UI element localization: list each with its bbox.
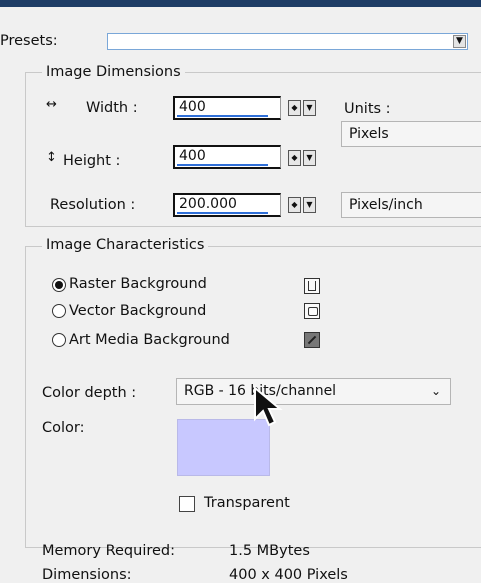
resolution-units-dropdown[interactable]: Pixels/inch <box>341 192 481 218</box>
units-dropdown[interactable]: Pixels <box>341 121 481 147</box>
spin-updown-icon[interactable]: ◆ <box>288 150 301 166</box>
width-label: Width : <box>86 100 138 116</box>
memory-required-label: Memory Required: <box>42 543 175 559</box>
resolution-label: Resolution : <box>50 197 136 213</box>
raster-background-radio[interactable] <box>52 278 66 292</box>
height-input[interactable]: 400 <box>173 145 281 169</box>
image-dimensions-legend: Image Dimensions <box>42 63 185 81</box>
vector-background-radio[interactable] <box>52 304 66 318</box>
vector-background-icon <box>304 303 320 319</box>
spin-step-icon[interactable]: ▼ <box>303 197 316 213</box>
art-media-background-label[interactable]: Art Media Background <box>69 332 230 348</box>
art-media-background-icon <box>304 332 320 348</box>
resolution-stepper[interactable]: ◆ ▼ <box>288 197 318 215</box>
window-top-bar <box>0 0 481 7</box>
color-depth-label: Color depth : <box>42 385 137 401</box>
width-input[interactable]: 400 <box>173 96 281 120</box>
art-media-background-radio[interactable] <box>52 333 66 347</box>
resolution-units-value: Pixels/inch <box>349 197 423 213</box>
presets-dropdown[interactable]: ▼ <box>107 33 468 50</box>
resolution-input[interactable]: 200.000 <box>173 193 281 217</box>
color-label: Color: <box>42 420 85 436</box>
transparent-checkbox[interactable] <box>179 496 195 512</box>
height-stepper[interactable]: ◆ ▼ <box>288 150 318 168</box>
width-value: 400 <box>179 99 206 115</box>
raster-background-label[interactable]: Raster Background <box>69 276 207 292</box>
transparent-label[interactable]: Transparent <box>204 495 290 511</box>
dimensions-label: Dimensions: <box>42 567 132 583</box>
image-characteristics-legend: Image Characteristics <box>42 236 209 254</box>
spin-updown-icon[interactable]: ◆ <box>288 197 301 213</box>
chevron-down-icon[interactable]: ▼ <box>453 35 466 48</box>
spin-updown-icon[interactable]: ◆ <box>288 100 301 116</box>
chevron-down-icon[interactable]: ⌄ <box>431 379 441 404</box>
memory-required-value: 1.5 MBytes <box>229 543 310 559</box>
vertical-arrows-icon: ↕ <box>46 150 57 165</box>
width-stepper[interactable]: ◆ ▼ <box>288 100 318 118</box>
vector-background-label[interactable]: Vector Background <box>69 303 206 319</box>
spin-step-icon[interactable]: ▼ <box>303 150 316 166</box>
dimensions-value: 400 x 400 Pixels <box>229 567 348 583</box>
spin-step-icon[interactable]: ▼ <box>303 100 316 116</box>
mouse-pointer-icon <box>254 386 283 427</box>
units-label: Units : <box>344 101 391 117</box>
color-depth-dropdown[interactable]: RGB - 16 bits/channel ⌄ <box>176 378 451 405</box>
units-value: Pixels <box>349 126 389 142</box>
raster-background-icon <box>304 278 320 294</box>
resolution-value: 200.000 <box>179 196 237 212</box>
presets-label: Presets: <box>0 33 58 49</box>
horizontal-arrows-icon: ↔ <box>46 97 57 112</box>
height-value: 400 <box>179 148 206 164</box>
height-label: Height : <box>63 153 121 169</box>
